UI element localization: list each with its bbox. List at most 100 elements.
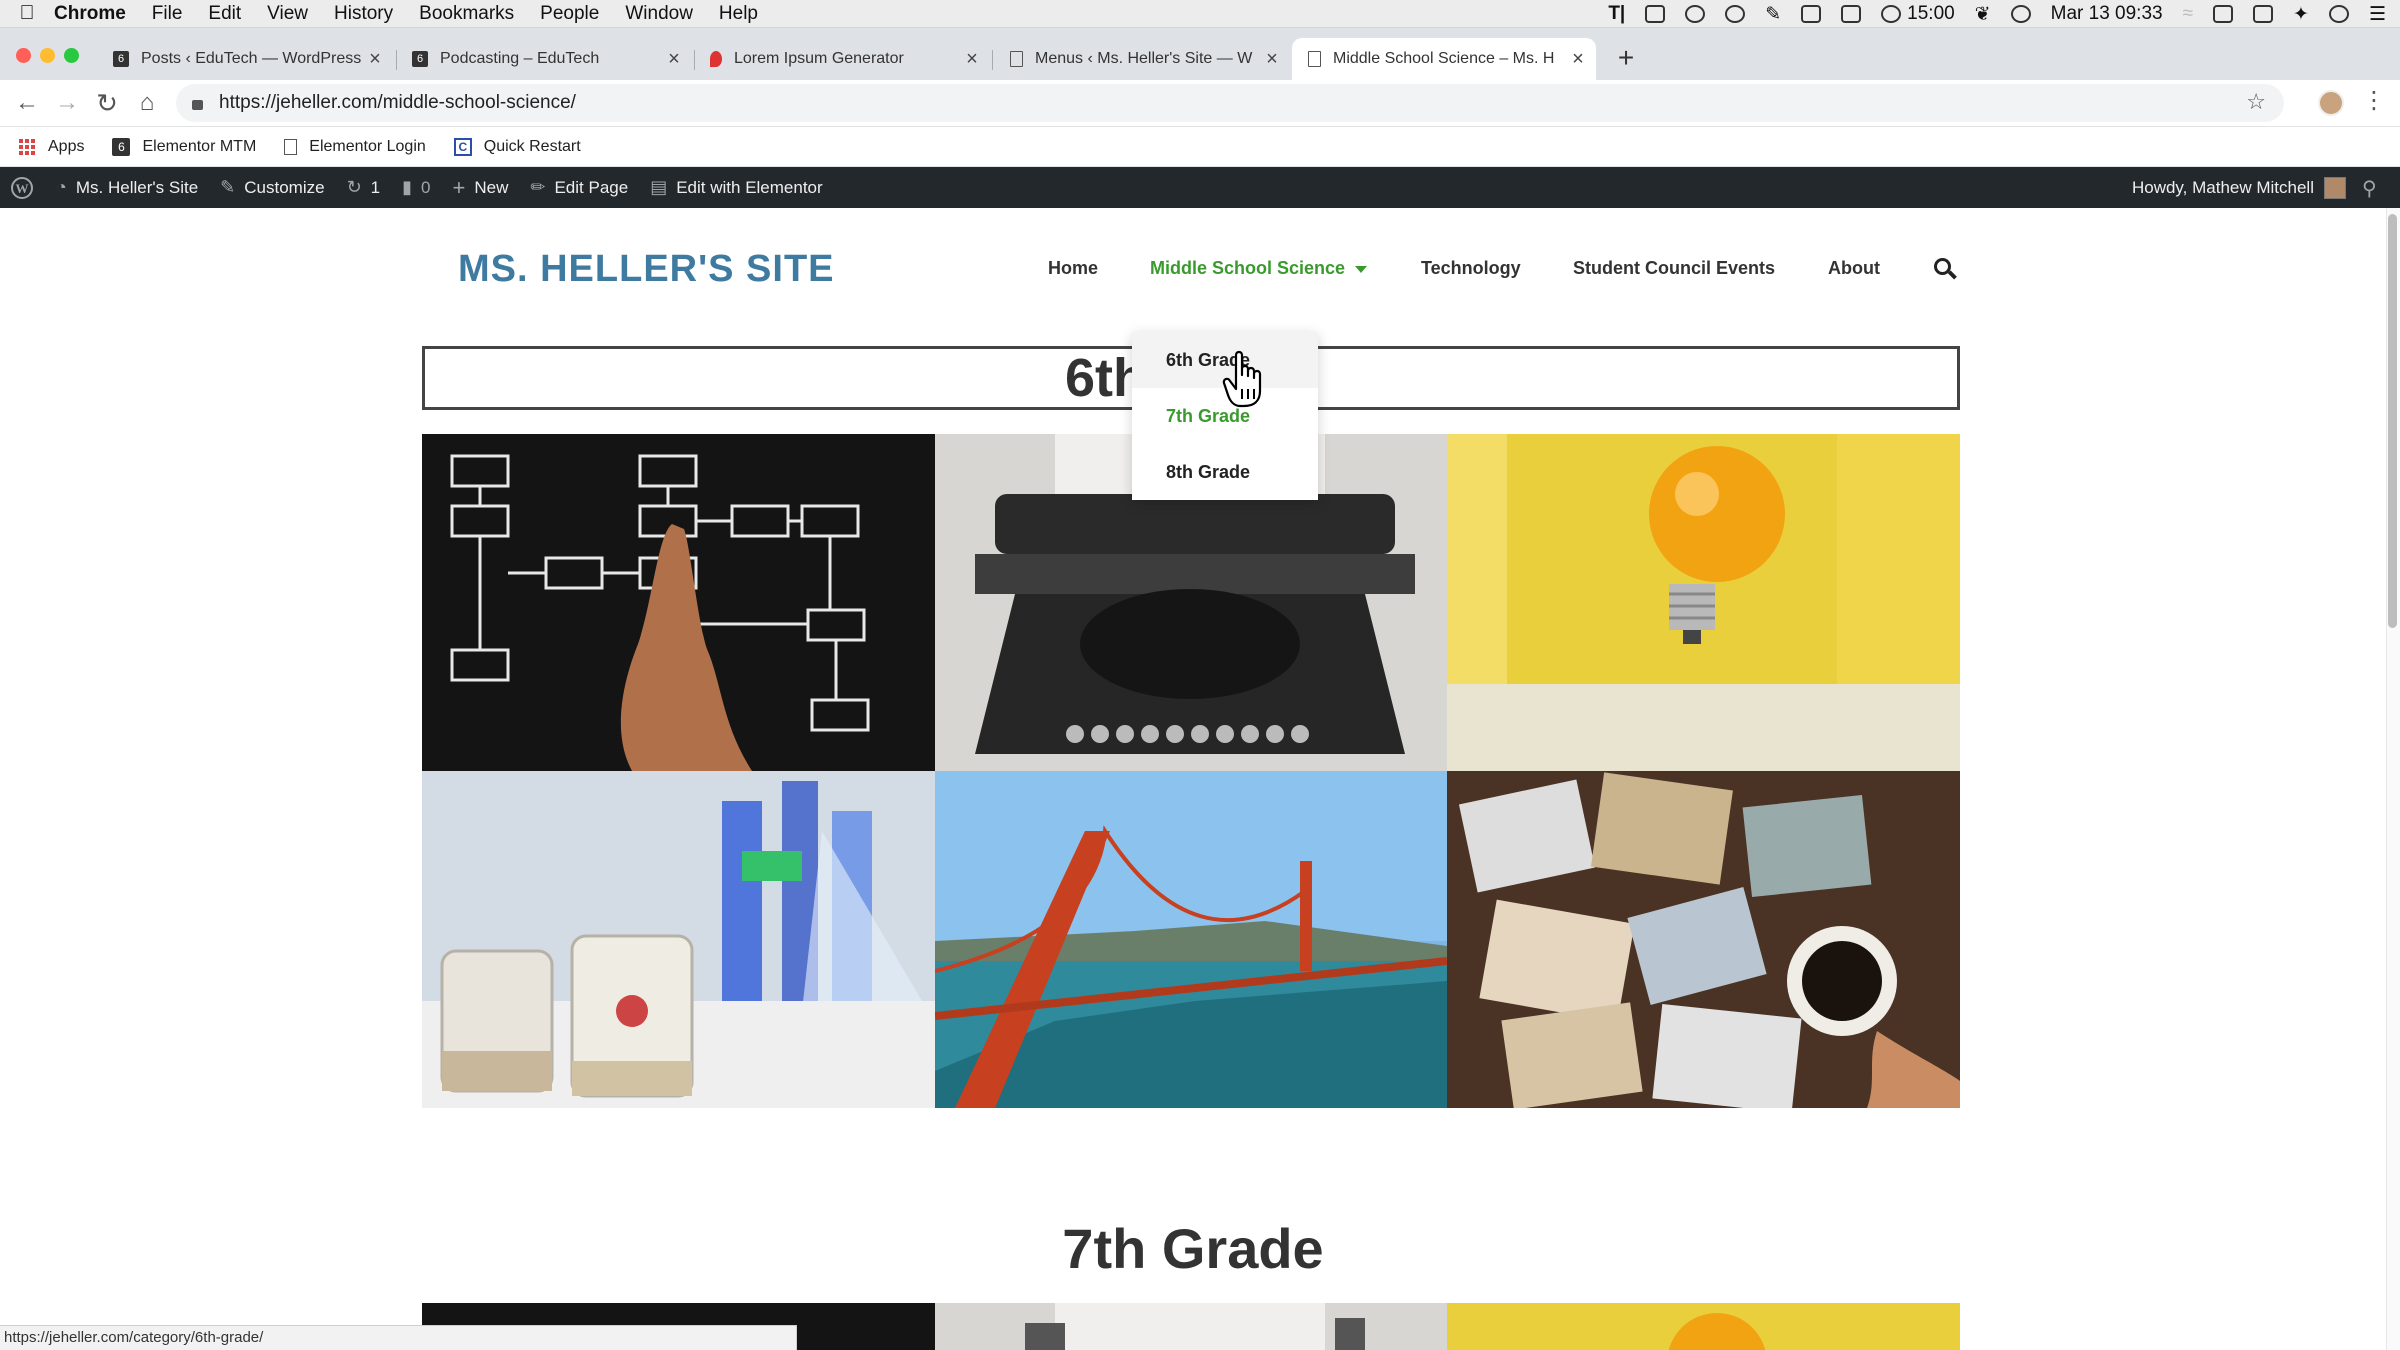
tab-posts-edutech[interactable]: 6 Posts ‹ EduTech — WordPress × (97, 38, 393, 80)
menu-view[interactable]: View (267, 3, 308, 25)
timer-status[interactable]: 15:00 (1881, 3, 1955, 25)
pencil-icon: ✏ (530, 177, 546, 197)
new-tab-button[interactable]: + (1608, 40, 1644, 76)
bookmarks-bar: Apps 6 Elementor MTM Elementor Login C Q… (0, 127, 2400, 167)
page-viewport: MS. HELLER'S SITE Home Middle School Sci… (0, 208, 2386, 1350)
admin-customize[interactable]: ✎ Customize (220, 177, 324, 198)
menu-people[interactable]: People (540, 3, 599, 25)
menu-app-name[interactable]: Chrome (54, 3, 126, 25)
bookmark-elementor-login[interactable]: Elementor Login (284, 138, 426, 156)
site-title[interactable]: MS. HELLER'S SITE (458, 248, 835, 291)
url-text[interactable]: https://jeheller.com/middle-school-scien… (219, 92, 576, 114)
admin-search-icon[interactable]: ⚲ (2362, 176, 2384, 200)
apple-menu-icon[interactable]:  (0, 2, 54, 25)
cloud-icon[interactable] (1725, 5, 1746, 23)
reload-icon[interactable]: ↻ (90, 86, 124, 120)
admin-site-name[interactable]: ◔ Ms. Heller's Site (56, 177, 198, 198)
clock-text[interactable]: Mar 13 09:33 (2051, 3, 2163, 25)
close-tab-icon[interactable]: × (960, 48, 984, 71)
tab-middle-school-science[interactable]: Middle School Science – Ms. H × (1292, 38, 1596, 80)
menu-bar-status-area: T| ✎ 15:00 ❦ Mar 13 09:33 ≈ ✦ ☰ (1608, 0, 2386, 28)
address-bar[interactable]: https://jeheller.com/middle-school-scien… (176, 84, 2284, 122)
chrome-menu-icon[interactable]: ⋮ (2362, 86, 2386, 115)
menu-window[interactable]: Window (625, 3, 693, 25)
pen-icon[interactable]: ✎ (1765, 3, 1781, 26)
admin-comments[interactable]: ▮ 0 (402, 177, 430, 198)
updates-icon: ↻ (346, 177, 362, 197)
edutech-favicon-icon: 6 (113, 51, 129, 67)
onepassword-icon[interactable] (1685, 5, 1706, 23)
nav-middle-school-science[interactable]: Middle School Science (1150, 258, 1368, 279)
menu-history[interactable]: History (334, 3, 393, 25)
bluetooth-icon[interactable]: ✦ (2293, 3, 2309, 26)
nav-student-council-events[interactable]: Student Council Events (1573, 258, 1775, 279)
bookmark-quick-restart[interactable]: C Quick Restart (453, 137, 581, 156)
bookmark-star-icon[interactable]: ☆ (2246, 89, 2266, 115)
browser-toolbar: ← → ↻ ⌂ https://jeheller.com/middle-scho… (0, 80, 2400, 127)
admin-edit-elementor[interactable]: ▤ Edit with Elementor (650, 177, 822, 198)
wifi-icon[interactable]: ≈ (2183, 3, 2193, 25)
profile-avatar[interactable] (2318, 90, 2344, 116)
submenu-item-8th-grade[interactable]: 8th Grade (1132, 444, 1318, 500)
apps-grid-icon (18, 138, 36, 156)
image-light-bulb[interactable] (1447, 434, 1960, 771)
user-avatar (2324, 176, 2346, 199)
tab-podcasting[interactable]: 6 Podcasting – EduTech × (396, 38, 692, 80)
menu-help[interactable]: Help (719, 3, 758, 25)
document-scan-icon[interactable] (1801, 5, 1822, 23)
menu-file[interactable]: File (152, 3, 183, 25)
nav-home[interactable]: Home (1048, 258, 1098, 279)
control-center-icon[interactable]: ☰ (2369, 3, 2386, 26)
home-icon[interactable]: ⌂ (130, 86, 164, 120)
user-icon[interactable] (2328, 5, 2349, 23)
paintbrush-icon: ✎ (220, 177, 236, 197)
macos-menu-bar:  Chrome File Edit View History Bookmark… (0, 0, 2400, 28)
back-arrow-icon[interactable]: ← (10, 86, 44, 120)
image-lab-jars[interactable] (422, 771, 935, 1108)
nav-technology[interactable]: Technology (1421, 258, 1521, 279)
zoom-window-button[interactable] (64, 48, 79, 63)
search-icon[interactable] (1934, 258, 1957, 280)
menu-edit[interactable]: Edit (208, 3, 241, 25)
bookmark-apps[interactable]: Apps (18, 138, 84, 156)
bookmark-elementor-mtm[interactable]: 6 Elementor MTM (112, 137, 256, 156)
tab-lorem-ipsum[interactable]: Lorem Ipsum Generator × (694, 38, 990, 80)
dashboard-icon: ◔ (56, 177, 67, 197)
timer-icon (1881, 5, 1902, 23)
wp-admin-bar: W ◔ Ms. Heller's Site ✎ Customize ↻ 1 ▮ … (0, 167, 2400, 208)
admin-account-menu[interactable]: Howdy, Mathew Mitchell (2132, 167, 2346, 208)
close-window-button[interactable] (16, 48, 31, 63)
image-flowchart[interactable] (422, 434, 935, 771)
vpn-icon[interactable] (2010, 5, 2031, 23)
menu-bookmarks[interactable]: Bookmarks (419, 3, 514, 25)
admin-updates[interactable]: ↻ 1 (347, 177, 381, 198)
chevron-down-icon (1355, 265, 1368, 273)
forward-arrow-icon[interactable]: → (50, 86, 84, 120)
display-icon[interactable] (2253, 5, 2274, 23)
close-tab-icon[interactable]: × (662, 48, 686, 71)
tab-menus[interactable]: Menus ‹ Ms. Heller's Site — W × (994, 38, 1290, 80)
wordpress-logo-icon[interactable]: W (10, 176, 34, 200)
page-scrollbar-thumb[interactable] (2388, 214, 2397, 628)
lock-icon[interactable] (192, 100, 203, 110)
document-icon (1010, 51, 1023, 67)
leaf-icon[interactable]: ❦ (1975, 3, 1991, 26)
close-tab-icon[interactable]: × (363, 48, 387, 71)
image-light-bulb-preview[interactable] (1447, 1303, 1960, 1350)
admin-new[interactable]: + New (453, 175, 509, 201)
nav-about[interactable]: About (1828, 258, 1880, 279)
image-typewriter-preview[interactable] (935, 1303, 1447, 1350)
shield-icon[interactable] (2213, 5, 2234, 23)
minimize-window-button[interactable] (40, 48, 55, 63)
edutech-favicon-icon: 6 (412, 51, 428, 67)
admin-edit-page[interactable]: ✏ Edit Page (530, 177, 628, 198)
dropbox-icon[interactable] (1645, 5, 1666, 23)
document-icon (1308, 51, 1321, 67)
close-tab-icon[interactable]: × (1260, 48, 1284, 71)
text-tool-icon[interactable]: T| (1608, 3, 1625, 25)
close-tab-icon[interactable]: × (1566, 48, 1590, 71)
add-box-icon[interactable] (1841, 5, 1862, 23)
image-golden-gate-bridge[interactable] (935, 771, 1447, 1108)
elementor-icon: ▤ (650, 177, 668, 197)
image-photos-coffee[interactable] (1447, 771, 1960, 1108)
